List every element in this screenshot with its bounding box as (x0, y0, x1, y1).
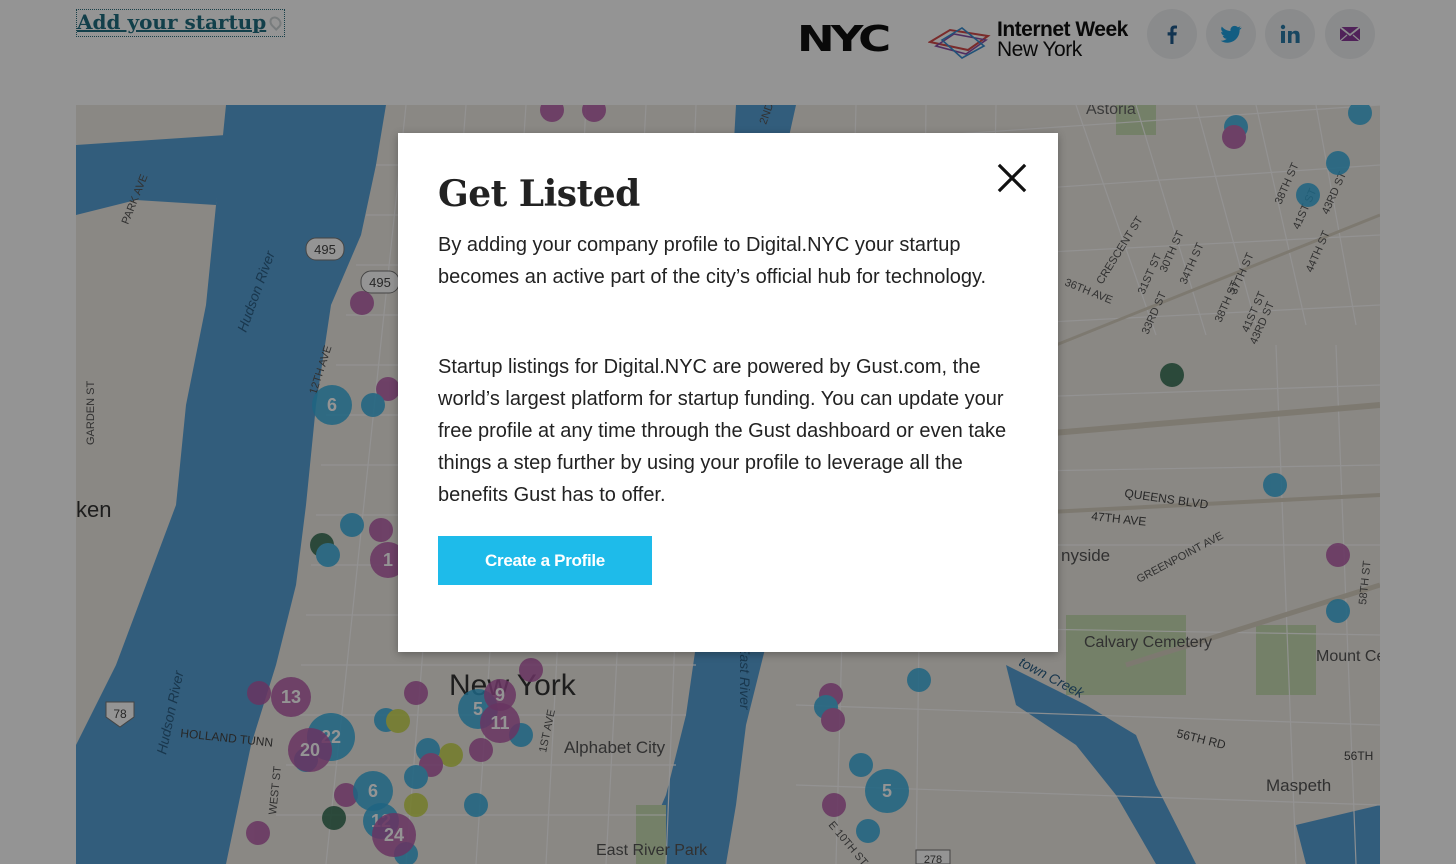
modal-paragraph-1: By adding your company profile to Digita… (438, 234, 987, 288)
close-icon[interactable] (996, 162, 1028, 194)
modal-paragraph-2: Startup listings for Digital.NYC are pow… (438, 356, 1007, 506)
get-listed-modal: Get Listed By adding your company profil… (398, 133, 1058, 652)
modal-title: Get Listed (438, 173, 640, 215)
create-profile-button[interactable]: Create a Profile (438, 536, 652, 585)
